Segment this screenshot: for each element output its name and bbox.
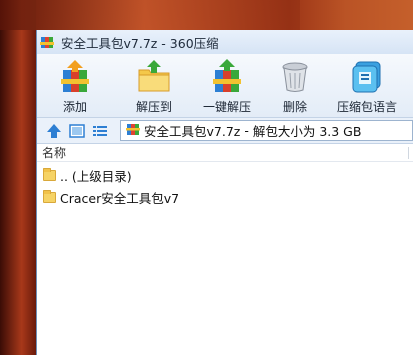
- add-button[interactable]: 添加: [55, 58, 95, 116]
- list-item-folder[interactable]: Cracer安全工具包v7: [37, 186, 413, 208]
- archive-language-button[interactable]: 压缩包语言: [335, 58, 399, 116]
- folder-icon: [43, 167, 56, 181]
- toolbar: 添加 解压到 一键解压 删除 压缩包语言: [37, 54, 413, 118]
- column-name-label: 名称: [42, 146, 67, 160]
- folder-icon: [43, 189, 56, 203]
- path-separator: -: [244, 123, 249, 138]
- file-list: .. (上级目录) Cracer安全工具包v7: [37, 162, 413, 208]
- list-item-parent-directory[interactable]: .. (上级目录): [37, 164, 413, 186]
- archive-app-icon: [40, 35, 56, 49]
- archive-language-label: 压缩包语言: [336, 100, 397, 114]
- window-title: 安全工具包v7.7z - 360压缩: [61, 35, 219, 51]
- up-arrow-icon[interactable]: [45, 122, 63, 140]
- archive-language-icon: [349, 58, 385, 94]
- list-item-label: Cracer安全工具包v7: [60, 190, 180, 206]
- add-label: 添加: [62, 100, 87, 114]
- address-bar: 安全工具包v7.7z - 解包大小为 3.3 GB: [37, 118, 413, 144]
- extract-to-label: 解压到: [135, 100, 172, 114]
- column-header-name[interactable]: 名称: [37, 144, 413, 162]
- title-bar[interactable]: 安全工具包v7.7z - 360压缩: [37, 30, 413, 54]
- one-click-extract-label: 一键解压: [202, 100, 251, 114]
- trash-bin-icon: [277, 58, 313, 94]
- archive-small-icon: [126, 123, 140, 138]
- add-books-icon: [57, 58, 93, 94]
- one-click-extract-button[interactable]: 一键解压: [199, 58, 255, 116]
- archive-name: 安全工具包v7.7z: [144, 124, 241, 139]
- thumbnail-view-icon[interactable]: [68, 122, 86, 140]
- one-click-extract-icon: [209, 58, 245, 94]
- list-item-label: .. (上级目录): [60, 168, 132, 184]
- archive-window: 安全工具包v7.7z - 360压缩 添加 解压到 一键解压 删除 压缩包语言 …: [36, 30, 413, 355]
- extract-to-folder-icon: [136, 58, 172, 94]
- list-view-icon[interactable]: [91, 122, 109, 140]
- delete-button[interactable]: 删除: [275, 58, 315, 116]
- column-divider[interactable]: [408, 147, 409, 159]
- delete-label: 删除: [282, 100, 307, 114]
- path-field[interactable]: 安全工具包v7.7z - 解包大小为 3.3 GB: [120, 120, 413, 141]
- extract-to-button[interactable]: 解压到: [129, 58, 179, 116]
- unpacked-size-info: 解包大小为 3.3 GB: [252, 124, 362, 139]
